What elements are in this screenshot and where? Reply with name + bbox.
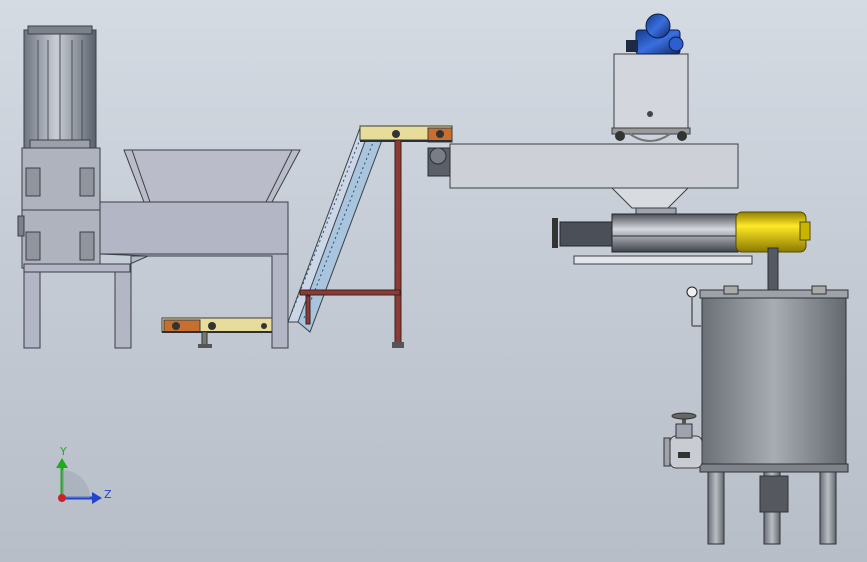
screw-conveyor-housing[interactable] [427, 143, 739, 217]
axis-triad: Y Z [56, 445, 112, 504]
gearbox[interactable] [17, 147, 101, 269]
inclined-conveyor[interactable] [287, 125, 453, 333]
hopper[interactable] [123, 149, 301, 203]
cad-viewport[interactable]: Y Z [0, 0, 867, 562]
tank-drain-valve[interactable] [663, 412, 703, 469]
shredder-motor[interactable] [23, 25, 97, 149]
vacuum-pump-unit[interactable] [611, 13, 691, 142]
triad-z-label: Z [104, 488, 112, 501]
mixing-tank[interactable] [686, 285, 849, 545]
assembly-model-view[interactable]: Y Z [0, 0, 867, 562]
feed-belt-conveyor[interactable] [161, 317, 273, 348]
triad-y-label: Y [59, 445, 67, 458]
extruder-barrel[interactable] [552, 211, 811, 297]
vacuum-motor-icon [626, 13, 684, 55]
